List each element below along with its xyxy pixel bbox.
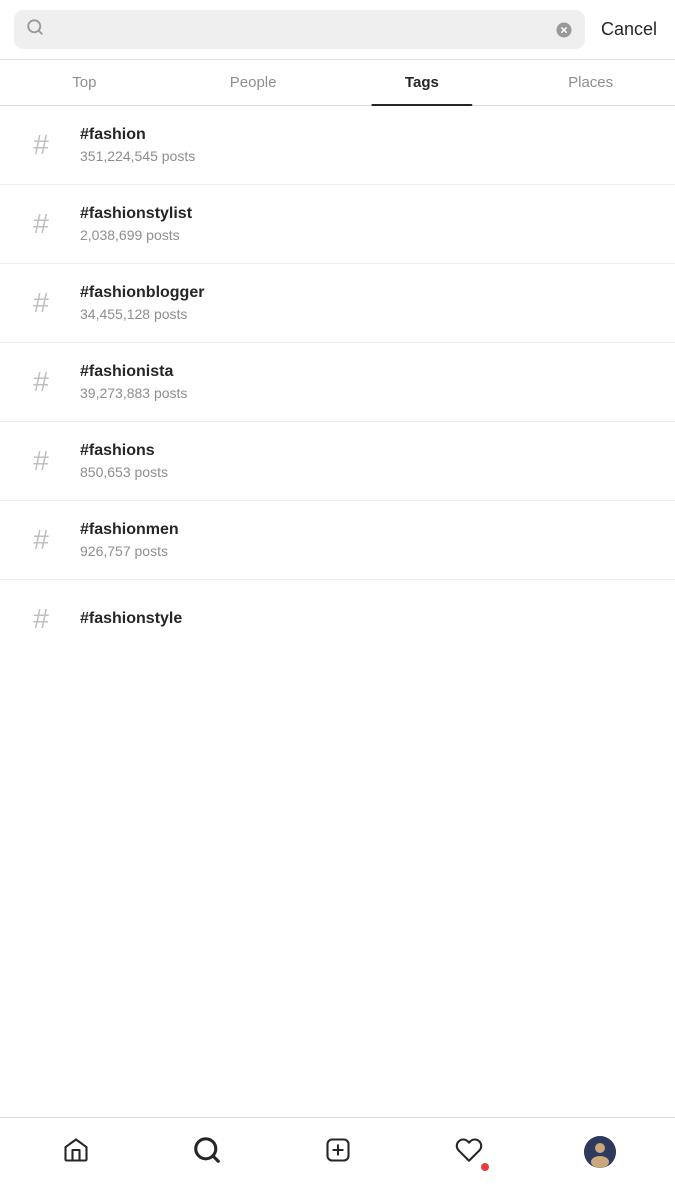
tag-name: #fashionstyle (80, 610, 182, 628)
nav-activity[interactable] (403, 1136, 534, 1169)
tab-tags[interactable]: Tags (338, 60, 507, 105)
tabs: Top People Tags Places (0, 60, 675, 106)
tab-top[interactable]: Top (0, 60, 169, 105)
search-icon (26, 18, 44, 41)
tag-item[interactable]: # #fashionstylist 2,038,699 posts (0, 185, 675, 264)
add-icon (324, 1136, 352, 1169)
search-nav-icon (192, 1135, 222, 1170)
nav-home[interactable] (10, 1136, 141, 1169)
search-input-wrapper: fashion (14, 10, 585, 49)
avatar (584, 1136, 616, 1168)
tag-count: 926,757 posts (80, 543, 179, 559)
tag-item[interactable]: # #fashions 850,653 posts (0, 422, 675, 501)
tag-item[interactable]: # #fashionblogger 34,455,128 posts (0, 264, 675, 343)
tag-item[interactable]: # #fashion 351,224,545 posts (0, 106, 675, 185)
nav-search[interactable] (141, 1135, 272, 1170)
tab-places[interactable]: Places (506, 60, 675, 105)
hashtag-icon: # (16, 436, 66, 486)
notification-dot (481, 1163, 489, 1171)
tag-name: #fashionista (80, 363, 187, 381)
home-icon (62, 1136, 90, 1169)
tag-name: #fashions (80, 442, 168, 460)
nav-profile[interactable] (534, 1136, 665, 1168)
hashtag-icon: # (16, 357, 66, 407)
hashtag-icon: # (16, 278, 66, 328)
hashtag-icon: # (16, 594, 66, 644)
tag-item[interactable]: # #fashionista 39,273,883 posts (0, 343, 675, 422)
tab-people[interactable]: People (169, 60, 338, 105)
tag-name: #fashion (80, 126, 195, 144)
tag-name: #fashionblogger (80, 284, 204, 302)
search-bar: fashion Cancel (0, 0, 675, 60)
tag-info: #fashion 351,224,545 posts (80, 126, 195, 164)
search-input[interactable]: fashion (52, 20, 547, 40)
hashtag-icon: # (16, 120, 66, 170)
tag-item[interactable]: # #fashionmen 926,757 posts (0, 501, 675, 580)
tag-count: 2,038,699 posts (80, 227, 192, 243)
hashtag-icon: # (16, 515, 66, 565)
tag-count: 351,224,545 posts (80, 148, 195, 164)
tag-name: #fashionmen (80, 521, 179, 539)
hashtag-icon: # (16, 199, 66, 249)
tag-info: #fashionista 39,273,883 posts (80, 363, 187, 401)
tag-count: 850,653 posts (80, 464, 168, 480)
tag-info: #fashionstyle (80, 610, 182, 628)
tag-count: 34,455,128 posts (80, 306, 204, 322)
clear-button[interactable] (555, 21, 573, 39)
tag-item[interactable]: # #fashionstyle (0, 580, 675, 658)
tag-list: # #fashion 351,224,545 posts # #fashions… (0, 106, 675, 658)
tag-info: #fashions 850,653 posts (80, 442, 168, 480)
tag-info: #fashionstylist 2,038,699 posts (80, 205, 192, 243)
cancel-button[interactable]: Cancel (597, 19, 661, 40)
tag-info: #fashionblogger 34,455,128 posts (80, 284, 204, 322)
tag-info: #fashionmen 926,757 posts (80, 521, 179, 559)
nav-add[interactable] (272, 1136, 403, 1169)
heart-icon (455, 1136, 483, 1169)
tag-count: 39,273,883 posts (80, 385, 187, 401)
bottom-nav (0, 1117, 675, 1200)
tag-name: #fashionstylist (80, 205, 192, 223)
